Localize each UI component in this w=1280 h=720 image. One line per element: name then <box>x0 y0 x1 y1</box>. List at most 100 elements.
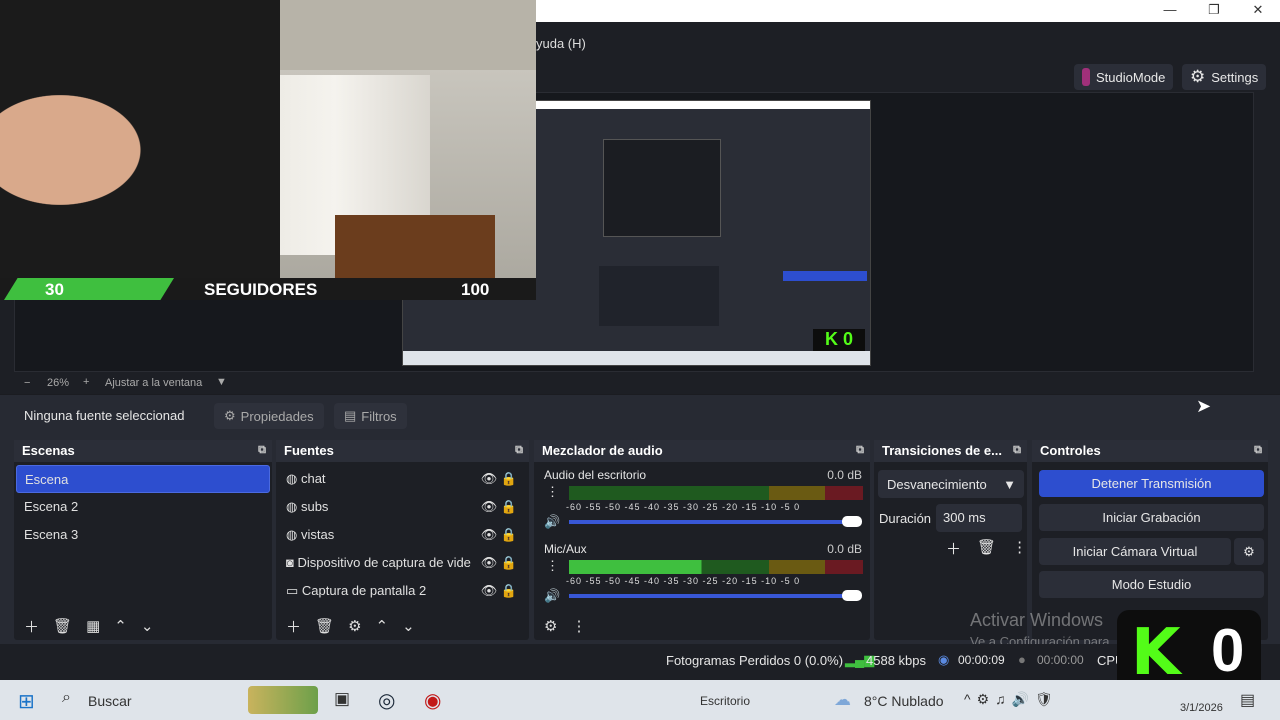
advanced-audio-icon[interactable]: ⚙ <box>544 617 557 635</box>
scene-filter-icon[interactable]: ▦ <box>86 617 100 635</box>
taskbar-search[interactable]: Buscar <box>88 693 132 709</box>
duration-label: Duración <box>879 511 932 526</box>
gear-icon[interactable]: ⚙ <box>1234 538 1264 565</box>
virtual-camera-button[interactable]: Iniciar Cámara Virtual <box>1039 538 1231 565</box>
notification-icon[interactable]: ▤ <box>1240 690 1255 710</box>
status-bar: Fotogramas Perdidos 0 (0.0%) ▂▄▆ 4588 kb… <box>0 644 1280 680</box>
slider-handle[interactable] <box>842 516 862 527</box>
volume-slider-mic[interactable] <box>569 594 859 598</box>
kebab-icon[interactable]: ⋮ <box>546 484 559 500</box>
source-label: Dispositivo de captura de vide <box>297 555 471 570</box>
zoom-dropdown-icon[interactable]: ▼ <box>216 376 227 388</box>
slider-handle[interactable] <box>842 590 862 601</box>
sources-title: Fuentes <box>284 443 334 458</box>
chevron-down-icon[interactable]: ⌄ <box>141 617 154 635</box>
kebab-icon[interactable]: ⋮ <box>546 558 559 574</box>
kebab-icon[interactable]: ⋮ <box>1012 538 1027 559</box>
eye-icon[interactable]: 👁 🔒 <box>481 583 517 599</box>
chevron-down-icon: ▼ <box>1003 477 1016 492</box>
scene-item[interactable]: Escena <box>16 465 270 493</box>
undock-icon[interactable]: ⧉ <box>856 444 864 457</box>
mixer-header: Mezclador de audio ⧉ <box>534 440 870 462</box>
task-view-icon[interactable]: ▣ <box>334 689 350 709</box>
close-button[interactable]: ✕ <box>1236 0 1280 22</box>
eye-icon[interactable]: 👁 🔒 <box>481 471 517 487</box>
stop-stream-button[interactable]: Detener Transmisión <box>1039 470 1264 497</box>
filters-button[interactable]: ▤ Filtros <box>334 403 407 429</box>
controls-title: Controles <box>1040 443 1101 458</box>
gear-icon[interactable]: ⚙ <box>348 617 361 635</box>
transition-select[interactable]: Desvanecimiento ▼ <box>878 470 1024 498</box>
restore-button[interactable]: ❐ <box>1192 0 1236 22</box>
live-icon: ◉ <box>938 652 950 667</box>
meter-scale: -60 -55 -50 -45 -40 -35 -30 -25 -20 -15 … <box>566 576 801 586</box>
windows-taskbar: ⊞ ⌕ Buscar ▣ ◎ ◉ Escritorio ☁ 8°C Nublad… <box>0 680 1280 720</box>
obs-icon[interactable]: ◉ <box>424 688 441 713</box>
transitions-header: Transiciones de e... ⧉ <box>874 440 1027 462</box>
kick-count: 0 <box>1211 617 1245 684</box>
filter-icon: ▤ <box>344 408 357 423</box>
undock-icon[interactable]: ⧉ <box>1254 444 1262 457</box>
studio-mode-toggle[interactable]: StudioMode <box>1074 64 1174 90</box>
search-icon[interactable]: ⌕ <box>62 689 71 707</box>
chevron-up-icon[interactable]: ⌃ <box>376 617 389 635</box>
zoom-value: 26% <box>47 377 70 389</box>
steam-icon[interactable]: ◎ <box>378 688 395 713</box>
fit-window-button[interactable]: Ajustar a la ventana <box>105 377 202 389</box>
scenes-title: Escenas <box>22 443 75 458</box>
source-item[interactable]: ▭ Captura de pantalla 2 👁 🔒 <box>278 577 527 605</box>
menu-help[interactable]: yuda (H) <box>536 36 586 51</box>
properties-button[interactable]: ⚙ Propiedades <box>214 403 324 429</box>
channel-db: 0.0 dB <box>827 542 862 556</box>
speaker-icon[interactable]: 🔊 <box>544 514 560 530</box>
mouse-cursor-icon: ➤ <box>1196 396 1212 416</box>
scene-item[interactable]: Escena 3 <box>16 521 270 549</box>
source-item[interactable]: ◍ vistas 👁 🔒 <box>278 521 527 549</box>
channel-db: 0.0 dB <box>827 468 862 482</box>
settings-button[interactable]: ⚙ Settings <box>1182 64 1267 90</box>
record-icon: ● <box>1018 652 1026 667</box>
globe-icon: ◍ <box>286 471 298 486</box>
source-toolbar: Ninguna fuente seleccionad ⚙ Propiedades … <box>0 394 1280 436</box>
duration-spinbox[interactable]: 300 ms <box>936 504 1022 532</box>
volume-meter-mic <box>569 560 863 574</box>
meter-scale: -60 -55 -50 -45 -40 -35 -30 -25 -20 -15 … <box>566 502 801 512</box>
chevron-down-icon[interactable]: ⌄ <box>402 617 415 635</box>
cloud-icon: ☁ <box>834 690 851 709</box>
studio-mode-button[interactable]: Modo Estudio <box>1039 571 1264 598</box>
minimize-button[interactable]: — <box>1148 0 1192 22</box>
scene-item[interactable]: Escena 2 <box>16 493 270 521</box>
scene-label: Escena 3 <box>24 527 79 542</box>
camera-icon: ◙ <box>286 555 294 570</box>
source-item[interactable]: ◍ subs 👁 🔒 <box>278 493 527 521</box>
stream-time: 00:00:09 <box>958 653 1005 667</box>
chevron-up-icon[interactable]: ⌃ <box>114 617 127 635</box>
add-icon[interactable]: ＋ <box>946 538 961 559</box>
weather[interactable]: 8°C Nublado <box>864 693 944 709</box>
tray-icons[interactable]: ^⚙♫🔊🛡 <box>964 691 1059 708</box>
eye-icon[interactable]: 👁 🔒 <box>480 555 517 571</box>
add-icon[interactable]: ＋ <box>286 616 301 637</box>
source-item[interactable]: ◍ chat 👁 🔒 <box>278 465 527 493</box>
add-icon[interactable]: ＋ <box>24 616 39 637</box>
desktop-label[interactable]: Escritorio <box>700 694 750 708</box>
trash-icon[interactable]: 🗑 <box>315 617 334 635</box>
zoom-controls: − 26% + Ajustar a la ventana ▼ <box>0 374 1280 394</box>
eye-icon[interactable]: 👁 🔒 <box>481 527 517 543</box>
trash-icon[interactable]: 🗑 <box>53 617 72 635</box>
eye-icon[interactable]: 👁 🔒 <box>481 499 517 515</box>
undock-icon[interactable]: ⧉ <box>1013 444 1021 457</box>
speaker-icon[interactable]: 🔊 <box>544 588 560 604</box>
undock-icon[interactable]: ⧉ <box>258 444 266 457</box>
start-recording-button[interactable]: Iniciar Grabación <box>1039 504 1264 531</box>
trash-icon[interactable]: 🗑 <box>977 538 996 559</box>
volume-slider-desktop[interactable] <box>569 520 859 524</box>
source-label: vistas <box>300 527 335 542</box>
zoom-out-button[interactable]: − <box>24 377 30 389</box>
kebab-icon[interactable]: ⋮ <box>571 617 586 635</box>
zoom-in-button[interactable]: + <box>83 376 89 388</box>
globe-icon: ◍ <box>286 527 298 542</box>
source-item[interactable]: ◙ Dispositivo de captura de vide 👁 🔒 <box>278 549 527 577</box>
windows-start-icon[interactable]: ⊞ <box>18 689 35 714</box>
undock-icon[interactable]: ⧉ <box>515 444 523 457</box>
